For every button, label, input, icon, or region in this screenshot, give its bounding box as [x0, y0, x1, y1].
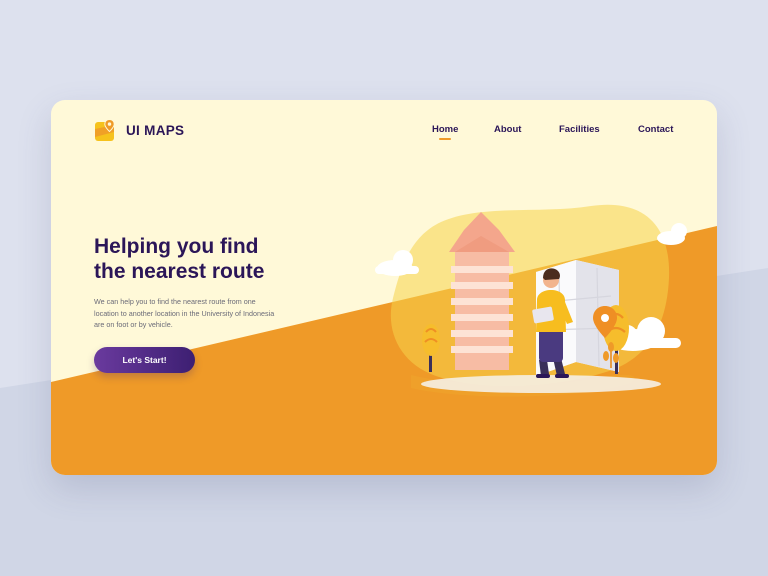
- nav-facilities[interactable]: Facilities: [559, 124, 600, 135]
- start-button[interactable]: Let's Start!: [94, 347, 195, 373]
- hero-title: Helping you find the nearest route: [94, 234, 354, 284]
- landing-card: UI MAPS Home About Facilities Contact He…: [51, 100, 717, 475]
- nav-home-label: Home: [432, 124, 459, 135]
- nav-facilities-label: Facilities: [559, 124, 600, 135]
- nav-about[interactable]: About: [494, 124, 521, 135]
- hero-title-line1: Helping you find: [94, 235, 259, 258]
- nav-contact-label: Contact: [638, 124, 674, 135]
- nav-home[interactable]: Home: [432, 124, 459, 140]
- main-nav: Home About Facilities Contact: [51, 124, 717, 144]
- map-navigation-illustration: [375, 204, 687, 397]
- nav-contact[interactable]: Contact: [638, 124, 673, 135]
- nav-active-indicator: [439, 138, 451, 140]
- backdrop-blob: [390, 204, 670, 387]
- hero-description: We can help you to find the nearest rout…: [94, 297, 275, 329]
- cloud-icon: [657, 223, 687, 245]
- hero-title-line2: the nearest route: [94, 260, 265, 283]
- nav-about-label: About: [494, 124, 522, 135]
